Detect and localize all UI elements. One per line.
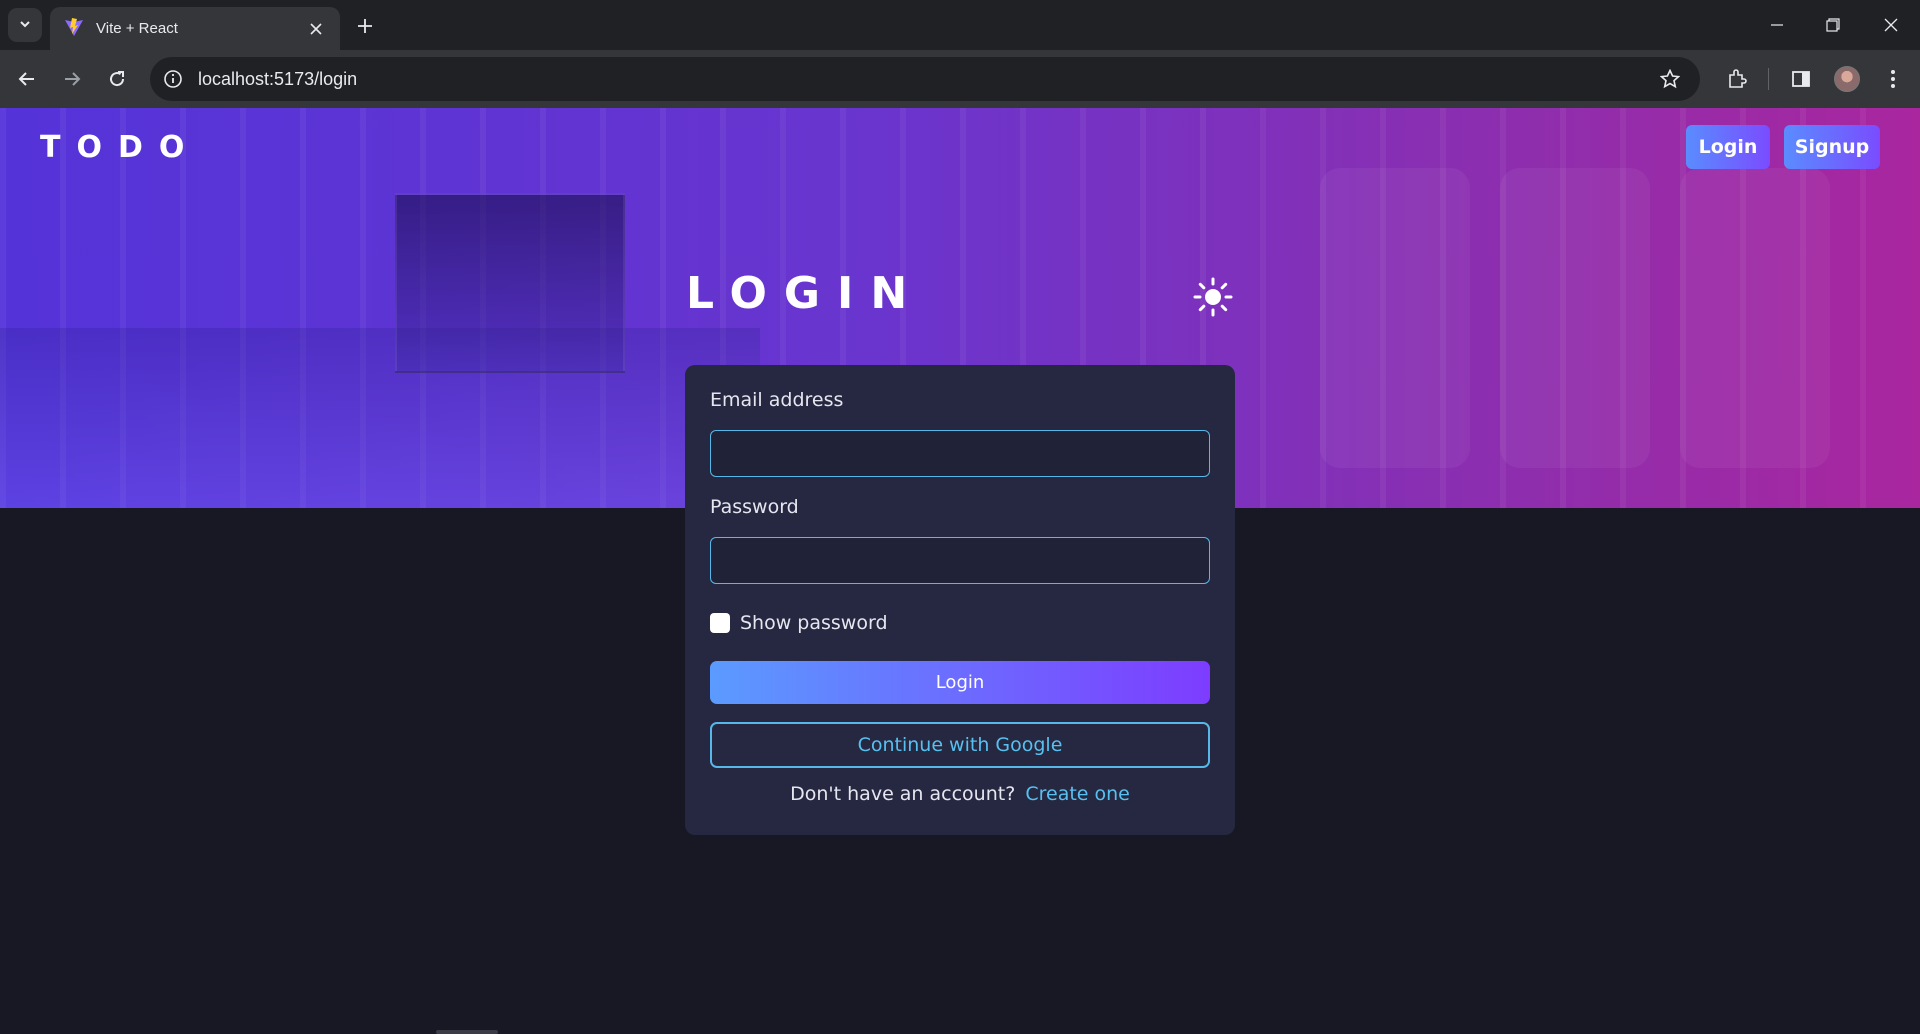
continue-with-google-button[interactable]: Continue with Google	[710, 722, 1210, 768]
forward-icon[interactable]	[57, 64, 87, 94]
close-tab-icon[interactable]	[306, 19, 326, 39]
login-button[interactable]: Login	[710, 661, 1210, 704]
restore-icon[interactable]	[1819, 12, 1847, 38]
browser-toolbar: localhost:5173/login	[0, 50, 1920, 108]
new-tab-icon[interactable]	[352, 13, 378, 39]
browser-tabbar: Vite + React	[0, 0, 1920, 50]
more-menu-icon[interactable]	[1880, 66, 1906, 92]
address-bar[interactable]: localhost:5173/login	[150, 57, 1700, 101]
email-label: Email address	[710, 389, 844, 411]
bookmark-star-icon[interactable]	[1658, 67, 1682, 91]
header-login-button[interactable]: Login	[1686, 125, 1770, 169]
hero-background-arch	[1320, 168, 1470, 468]
show-password-checkbox[interactable]	[710, 613, 730, 633]
close-window-icon[interactable]	[1877, 12, 1905, 38]
site-info-icon[interactable]	[162, 68, 184, 90]
email-field[interactable]	[710, 430, 1210, 477]
side-panel-icon[interactable]	[1788, 66, 1814, 92]
brand-logo[interactable]: TODO	[40, 130, 200, 165]
password-field[interactable]	[710, 537, 1210, 584]
extensions-icon[interactable]	[1724, 66, 1750, 92]
show-password-row[interactable]: Show password	[710, 612, 888, 634]
no-account-text: Don't have an account?	[790, 783, 1016, 805]
create-account-link[interactable]: Create one	[1025, 783, 1130, 805]
show-password-label[interactable]: Show password	[740, 612, 888, 634]
minimize-icon[interactable]	[1763, 12, 1791, 38]
tab-title: Vite + React	[96, 20, 178, 37]
page-title: LOGIN	[686, 268, 925, 319]
password-label: Password	[710, 496, 799, 518]
profile-avatar[interactable]	[1834, 66, 1860, 92]
hero-background-arch	[1680, 168, 1830, 468]
login-card: Email address Password Show password Log…	[685, 365, 1235, 835]
header-signup-button[interactable]: Signup	[1784, 125, 1880, 169]
signup-prompt: Don't have an account? Create one	[685, 783, 1235, 805]
back-icon[interactable]	[12, 64, 42, 94]
hero-background-door	[395, 193, 625, 373]
tab-search-button[interactable]	[8, 8, 42, 42]
browser-tab[interactable]: Vite + React	[50, 7, 340, 50]
hero-background-arch	[1500, 168, 1650, 468]
reload-icon[interactable]	[102, 64, 132, 94]
horizontal-scrollbar[interactable]	[436, 1030, 498, 1034]
sun-icon[interactable]	[1192, 276, 1234, 318]
page: TODO Login Signup LOGIN Email address Pa…	[0, 108, 1920, 1034]
url-text[interactable]: localhost:5173/login	[198, 69, 1658, 90]
hero-background-floor	[0, 328, 760, 508]
toolbar-divider	[1768, 68, 1769, 90]
chevron-down-icon	[18, 16, 32, 35]
vite-favicon-icon	[64, 17, 84, 41]
